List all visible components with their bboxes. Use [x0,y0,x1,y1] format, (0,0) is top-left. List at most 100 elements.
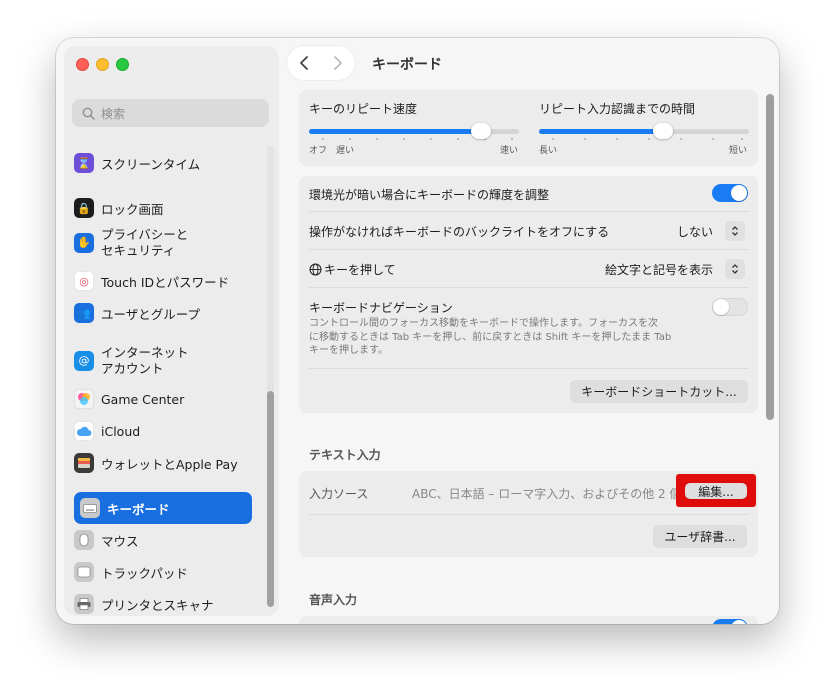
at-icon: @ [74,351,94,371]
globe-icon [309,263,322,276]
slider-tick [403,138,405,140]
sidebar-item-trackpad[interactable]: トラックパッド [74,562,252,582]
search-input[interactable]: 検索 [72,99,269,127]
divider [309,514,749,515]
sidebar-item-keyboard[interactable]: キーボード [74,492,252,524]
up-down-chevron-icon [732,264,738,274]
close-window-button[interactable] [76,58,89,71]
repeat-delay-label: リピート入力認識までの時間 [539,102,696,116]
key-repeat-slider[interactable] [309,123,519,140]
cloud-icon [74,421,94,441]
main-scrollbar[interactable] [766,94,774,420]
sidebar-item-lock-screen[interactable]: 🔒 ロック画面 [74,198,252,218]
toggle-knob [713,299,729,315]
slider-tick [680,138,682,140]
slider-tick [712,138,714,140]
slider-tick [376,138,378,140]
slider-tick [616,138,618,140]
sidebar-item-mouse[interactable]: マウス [74,530,252,550]
lock-icon: 🔒 [74,198,94,218]
slider-tick [552,138,554,140]
divider [309,211,749,212]
voice-input-toggle[interactable] [712,619,748,624]
divider [309,368,749,369]
sidebar-item-icloud[interactable]: iCloud [74,421,252,441]
sidebar-item-wallet-apple-pay[interactable]: ウォレットとApple Pay [74,453,252,473]
trackpad-icon [74,562,94,582]
game-center-icon [74,389,94,409]
sidebar-item-screen-time[interactable]: ⌛ スクリーンタイム [74,153,252,173]
sidebar-item-touch-id[interactable]: ◎ Touch IDとパスワード [74,271,252,291]
edit-input-sources-button[interactable]: 編集... [685,483,747,499]
sidebar-item-label: プライバシーと セキュリティ [101,227,189,258]
settings-window: 検索 ⌛ スクリーンタイム 🔒 ロック画面 ✋ プライバシーと セキュリティ ◎… [56,38,779,624]
user-dictionary-button[interactable]: ユーザ辞書... [653,525,747,547]
hourglass-icon: ⌛ [74,153,94,173]
key-repeat-slider-thumb[interactable] [471,123,491,139]
slider-tick [322,138,324,140]
keyboard-settings-card: 環境光が暗い場合にキーボードの輝度を調整 操作がなければキーボードのバックライト… [299,176,758,413]
toggle-knob [731,185,747,201]
wallet-icon [74,453,94,473]
voice-input-card [299,616,758,624]
repeat-settings-card: キーのリピート速度 リピート入力認識までの時間 オフ 遅い 速い 長い 短い [299,90,758,166]
navigation-buttons [287,46,355,80]
sidebar-item-label: マウス [101,533,139,549]
key-repeat-slider-fill [309,129,481,134]
ambient-light-toggle[interactable] [712,184,748,202]
zoom-window-button[interactable] [116,58,129,71]
globe-key-row: キーを押して [309,261,396,278]
sidebar-item-printers-scanners[interactable]: プリンタとスキャナ [74,594,252,614]
backlight-off-value[interactable]: しない [669,223,713,240]
sidebar-item-label: ユーザとグループ [101,306,201,322]
divider [309,249,749,250]
keyboard-navigation-label: キーボードナビゲーション [309,301,453,315]
key-repeat-slow-label: 遅い [336,146,355,156]
sidebar-item-label: Touch IDとパスワード [101,274,230,290]
sidebar-item-game-center[interactable]: Game Center [74,389,252,409]
sidebar-item-privacy-security[interactable]: ✋ プライバシーと セキュリティ [74,227,252,259]
repeat-delay-min-label: 長い [539,146,558,156]
back-button[interactable] [289,48,319,78]
sidebar: 検索 ⌛ スクリーンタイム 🔒 ロック画面 ✋ プライバシーと セキュリティ ◎… [64,46,279,616]
sidebar-item-label: スクリーンタイム [101,156,201,172]
repeat-delay-slider[interactable] [539,123,749,140]
page-title: キーボード [372,57,442,73]
fingerprint-icon: ◎ [74,271,94,291]
sidebar-item-label: ロック画面 [101,201,164,217]
globe-key-value[interactable]: 絵文字と記号を表示 [589,261,713,278]
sidebar-item-label: インターネット アカウント [101,345,189,376]
repeat-delay-max-label: 短い [729,146,748,156]
key-repeat-max-label: 速い [500,146,519,156]
input-sources-value: ABC、日本語 – ローマ字入力、およびその他 2 個 [412,487,682,501]
slider-tick [648,138,650,140]
repeat-delay-slider-thumb[interactable] [653,123,673,139]
text-input-section-title: テキスト入力 [309,448,381,462]
keyboard-icon [80,498,100,518]
keyboard-navigation-toggle[interactable] [712,298,748,316]
backlight-popup-button[interactable] [725,221,745,241]
search-placeholder: 検索 [101,106,126,121]
backlight-off-label: 操作がなければキーボードのバックライトをオフにする [309,225,610,239]
keyboard-navigation-description: コントロール間のフォーカス移動をキーボードで操作します。フォーカスを次 に移動す… [309,318,672,356]
slider-tick [430,138,432,140]
search-icon [82,107,95,120]
sidebar-scrollbar[interactable] [267,391,274,607]
divider [309,287,749,288]
hand-icon: ✋ [74,233,94,253]
keyboard-shortcuts-button[interactable]: キーボードショートカット... [570,380,748,402]
sidebar-item-users-groups[interactable]: 👥 ユーザとグループ [74,303,252,323]
sidebar-item-internet-accounts[interactable]: @ インターネット アカウント [74,345,252,377]
globe-key-popup-button[interactable] [725,259,745,279]
chevron-right-icon [334,56,342,70]
minimize-window-button[interactable] [96,58,109,71]
forward-button[interactable] [323,48,353,78]
sidebar-item-label: プリンタとスキャナ [101,597,214,613]
key-repeat-min-label: オフ [309,146,328,156]
mouse-icon [74,530,94,550]
slider-tick [741,138,743,140]
voice-input-section-title: 音声入力 [309,593,358,607]
toggle-knob [731,620,747,624]
sidebar-item-label: iCloud [101,423,141,439]
printer-icon [74,594,94,614]
